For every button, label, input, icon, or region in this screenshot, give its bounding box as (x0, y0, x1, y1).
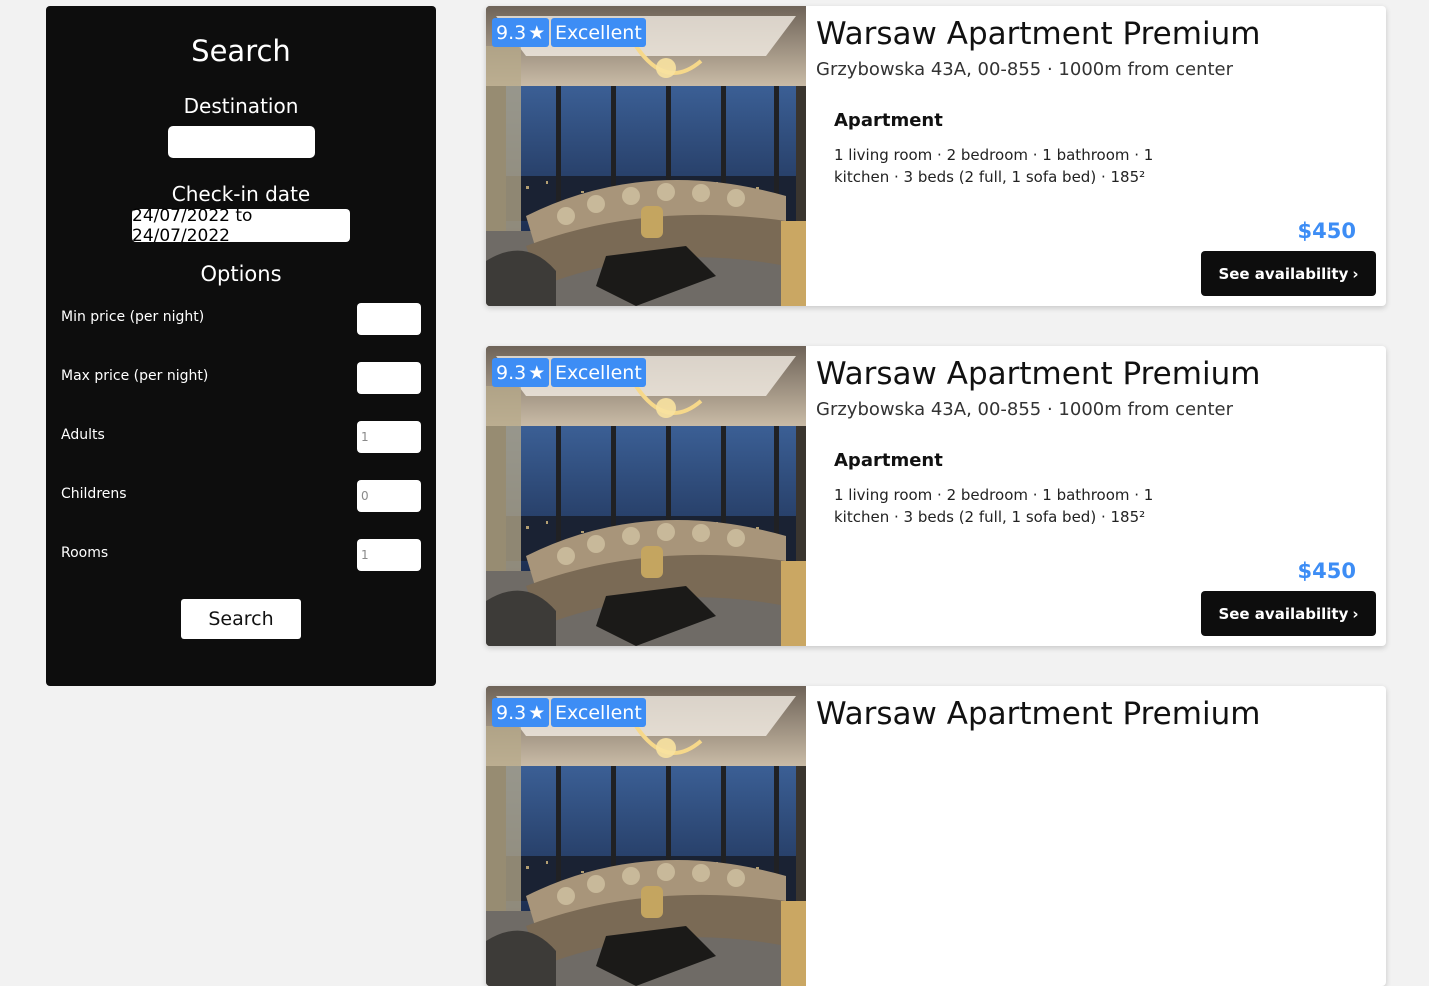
option-label: Max price (per night) (61, 368, 209, 384)
search-button[interactable]: Search (181, 599, 301, 639)
rating-badge: Excellent (551, 18, 646, 47)
checkin-label: Check-in date (171, 182, 311, 206)
see-availability-button[interactable]: See availability › (1201, 251, 1376, 296)
listing-address: Grzybowska 43A, 00-855 · 1000m from cent… (816, 399, 1234, 420)
see-availability-button[interactable]: See availability › (1201, 591, 1376, 636)
apartment-photo[interactable]: 9.3 ★ Excellent (486, 346, 806, 646)
listing-title[interactable]: Warsaw Apartment Premium (816, 356, 1260, 392)
rating-badge: Excellent (551, 358, 646, 387)
adults-input[interactable]: 1 (357, 421, 421, 453)
option-label: Rooms (61, 545, 109, 561)
chevron-right-icon: › (1352, 264, 1359, 283)
listing-price: $450 (1297, 559, 1356, 583)
score-badge: 9.3 ★ (492, 358, 550, 387)
listing-type: Apartment (834, 450, 943, 471)
star-icon: ★ (528, 361, 546, 384)
button-label: See availability (1218, 604, 1349, 623)
button-label: See availability (1218, 264, 1349, 283)
rooms-input[interactable]: 1 (357, 539, 421, 571)
result-card: 9.3 ★ Excellent Warsaw Apartment Premium (486, 686, 1386, 986)
childrens-input[interactable]: 0 (357, 480, 421, 512)
option-adults: Adults 1 (61, 421, 421, 453)
apartment-photo-image (486, 686, 806, 986)
score-value: 9.3 (496, 21, 527, 44)
listing-title[interactable]: Warsaw Apartment Premium (816, 696, 1260, 732)
options-title: Options (200, 262, 282, 286)
option-label: Min price (per night) (61, 309, 205, 325)
apartment-photo-image (486, 346, 806, 646)
option-label: Adults (61, 427, 105, 443)
score-value: 9.3 (496, 361, 527, 384)
apartment-photo[interactable]: 9.3 ★ Excellent (486, 6, 806, 306)
search-title: Search (191, 34, 291, 68)
chevron-right-icon: › (1352, 604, 1359, 623)
listing-description: 1 living room · 2 bedroom · 1 bathroom ·… (834, 486, 1154, 526)
listing-address: Grzybowska 43A, 00-855 · 1000m from cent… (816, 59, 1234, 80)
option-label: Childrens (61, 486, 127, 502)
listing-price: $450 (1297, 219, 1356, 243)
score-value: 9.3 (496, 701, 527, 724)
star-icon: ★ (528, 21, 546, 44)
option-max-price: Max price (per night) (61, 362, 421, 394)
destination-label: Destination (183, 94, 299, 118)
apartment-photo[interactable]: 9.3 ★ Excellent (486, 686, 806, 986)
rating-badge: Excellent (551, 698, 646, 727)
max-price-input[interactable] (357, 362, 421, 394)
score-badge: 9.3 ★ (492, 698, 550, 727)
option-childrens: Childrens 0 (61, 480, 421, 512)
min-price-input[interactable] (357, 303, 421, 335)
checkin-date-field[interactable]: 24/07/2022 to 24/07/2022 (132, 206, 350, 246)
listing-description: 1 living room · 2 bedroom · 1 bathroom ·… (834, 146, 1154, 186)
destination-input[interactable] (168, 126, 315, 158)
apartment-photo-image (486, 6, 806, 306)
listing-type: Apartment (834, 110, 943, 131)
score-badge: 9.3 ★ (492, 18, 550, 47)
listing-title[interactable]: Warsaw Apartment Premium (816, 16, 1260, 52)
search-panel: Search Destination Check-in date 24/07/2… (46, 6, 436, 686)
result-card: 9.3 ★ Excellent Warsaw Apartment Premium… (486, 346, 1386, 646)
option-min-price: Min price (per night) (61, 303, 421, 335)
option-rooms: Rooms 1 (61, 539, 421, 571)
star-icon: ★ (528, 701, 546, 724)
result-card: 9.3 ★ Excellent Warsaw Apartment Premium… (486, 6, 1386, 306)
